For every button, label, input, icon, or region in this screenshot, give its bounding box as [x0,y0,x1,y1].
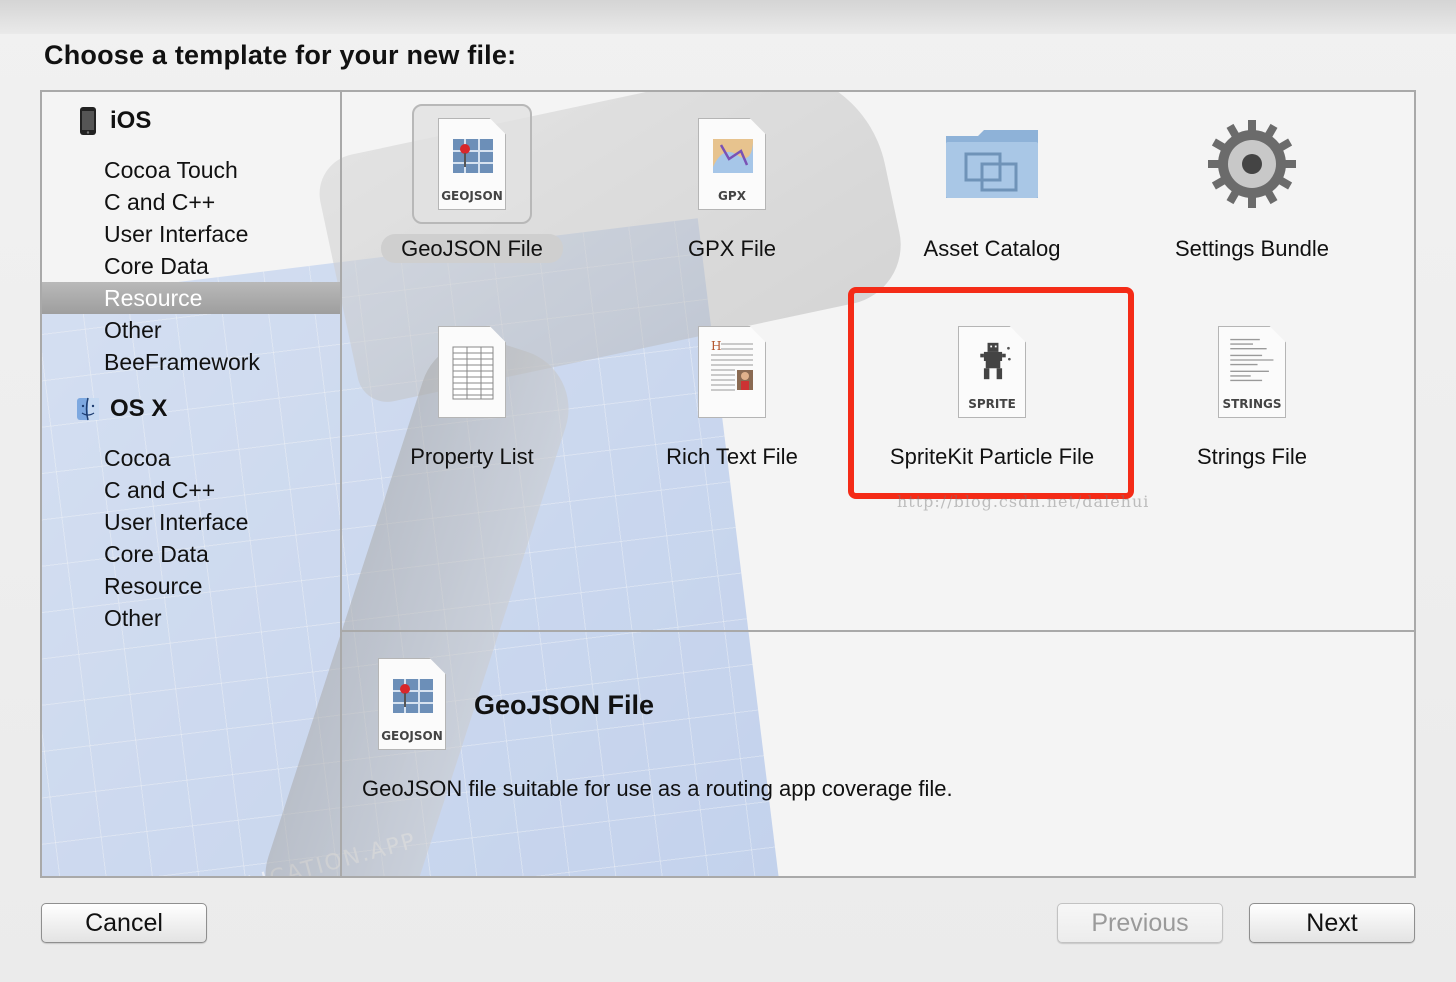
section-label: iOS [110,107,152,134]
sidebar-item-resource[interactable]: Resource [42,282,340,314]
section-label: OS X [110,395,168,422]
finder-icon [77,397,99,421]
dialog-title: Choose a template for your new file: [44,40,517,70]
sidebar-item-cocoa[interactable]: Cocoa [42,442,340,474]
gpx-document-icon: GPX [698,118,766,210]
sidebar-item-beeframework[interactable]: BeeFramework [42,346,340,378]
sprite-document-icon: SPRITE [958,326,1026,418]
geojson-document-icon: GEOJSON [438,118,506,210]
iphone-icon [80,107,96,135]
sidebar-item-osx-c-and-cpp[interactable]: C and C++ [42,474,340,506]
sidebar-item-osx-other[interactable]: Other [42,602,340,634]
gear-icon [1204,116,1300,212]
folder-icon [946,130,1038,198]
sidebar-item-c-and-cpp[interactable]: C and C++ [42,186,340,218]
plist-document-icon [438,326,506,418]
platform-sidebar: iOS Cocoa Touch C and C++ User Interface… [42,92,342,876]
sidebar-item-other[interactable]: Other [42,314,340,346]
rtf-document-icon: H [698,326,766,418]
sidebar-item-user-interface[interactable]: User Interface [42,218,340,250]
template-label: Strings File [1196,444,1308,469]
template-settings-bundle[interactable]: Settings Bundle [1122,92,1382,292]
svg-text:H: H [711,339,721,353]
window-titlebar [0,0,1456,34]
template-label: Property List [410,444,534,469]
template-label: GeoJSON File [381,234,563,263]
geojson-document-icon: GEOJSON [378,658,446,750]
template-label: SpriteKit Particle File [889,444,1095,469]
template-strings-file[interactable]: STRINGS Strings File [1122,300,1382,500]
sidebar-item-osx-user-interface[interactable]: User Interface [42,506,340,538]
template-gpx-file[interactable]: GPX GPX File [602,92,862,292]
template-spritekit-particle-file[interactable]: SPRITE SpriteKit Particle File [862,300,1122,500]
template-grid: GEOJSON GeoJSON File GPX GPX File Asset … [342,92,1414,632]
template-asset-catalog[interactable]: Asset Catalog [862,92,1122,292]
sidebar-item-osx-resource[interactable]: Resource [42,570,340,602]
watermark-text: http://blog.csdn.net/dalehui [897,492,1150,511]
template-rich-text-file[interactable]: H Rich Text File [602,300,862,500]
template-label: Asset Catalog [923,236,1061,261]
template-detail-pane: GEOJSON GeoJSON File GeoJSON file suitab… [342,634,1414,876]
cancel-button[interactable]: Cancel [41,903,207,943]
template-geojson-file[interactable]: GEOJSON GeoJSON File [342,92,602,292]
sidebar-section-ios: iOS [76,106,151,136]
sidebar-section-osx: OS X [76,394,167,424]
detail-title: GeoJSON File [474,690,655,720]
sidebar-item-osx-core-data[interactable]: Core Data [42,538,340,570]
template-property-list[interactable]: Property List [342,300,602,500]
detail-description: GeoJSON file suitable for use as a routi… [362,776,953,801]
sidebar-item-core-data[interactable]: Core Data [42,250,340,282]
template-chooser: PROJECT: APPLICATION.APP iOS Cocoa Touch… [40,90,1416,878]
template-label: GPX File [687,236,777,261]
template-label: Rich Text File [666,444,798,469]
template-label: Settings Bundle [1174,236,1330,261]
previous-button[interactable]: Previous [1057,903,1223,943]
strings-document-icon: STRINGS [1218,326,1286,418]
next-button[interactable]: Next [1249,903,1415,943]
sidebar-item-cocoa-touch[interactable]: Cocoa Touch [42,154,340,186]
